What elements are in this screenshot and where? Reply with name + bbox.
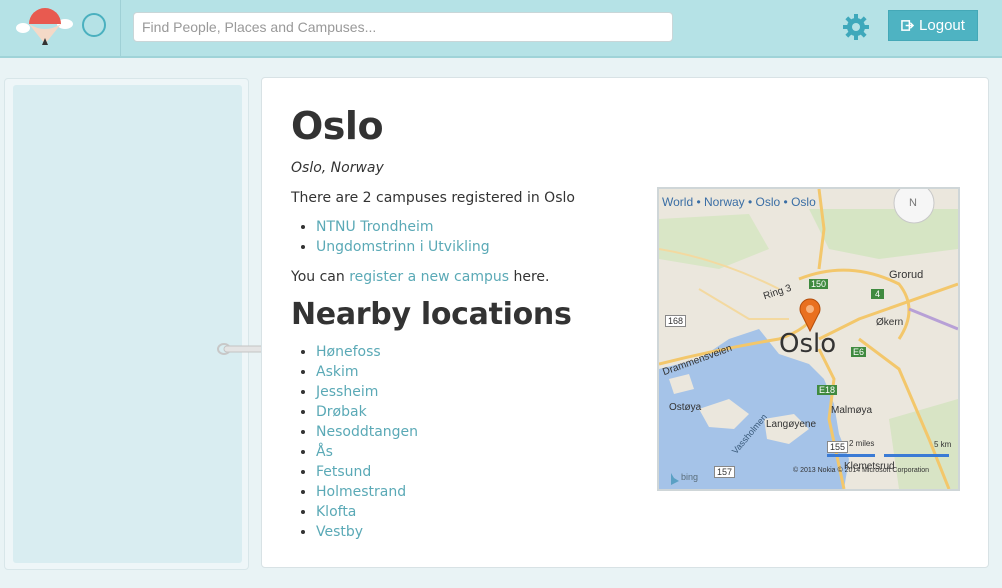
location-subtitle: Oslo, Norway [291,160,384,176]
logout-label: Logout [919,17,965,34]
list-item: Ås [316,442,631,462]
map-city-label: Oslo [779,329,837,359]
main-panel: Oslo Oslo, Norway There are 2 campuses r… [261,77,989,568]
list-item: Fetsund [316,462,631,482]
compass-letter[interactable]: N [909,197,917,209]
map-label-okern: Økern [876,317,904,328]
road-shield-e18: E18 [817,385,838,395]
nearby-link[interactable]: Klofta [316,504,356,520]
nearby-heading: Nearby locations [291,297,572,332]
road-shield-155: 155 [827,441,849,453]
campus-link[interactable]: Ungdomstrinn i Utvikling [316,239,490,255]
register-prefix: You can [291,269,350,285]
location-content: Oslo Oslo, Norway There are 2 campuses r… [291,100,631,542]
nearby-link[interactable]: Nesoddtangen [316,424,418,440]
nearby-link[interactable]: Fetsund [316,464,371,480]
map-copyright: © 2013 Nokia © 2014 Microsoft Corporatio… [793,467,929,474]
map-breadcrumb[interactable]: World • Norway • Oslo • Oslo [662,195,816,209]
parachute-logo-icon[interactable] [15,4,75,48]
list-item: Hønefoss [316,342,631,362]
nearby-link[interactable]: Drøbak [316,404,367,420]
road-shield-157: 157 [714,466,736,478]
logout-icon [901,20,915,31]
map-label-grorud: Grorud [889,269,924,281]
search-input[interactable] [133,12,673,42]
nearby-link[interactable]: Askim [316,364,359,380]
map-label-langoyene: Langøyene [766,419,817,430]
nearby-list: Hønefoss Askim Jessheim Drøbak Nesoddtan… [291,342,631,542]
nearby-link[interactable]: Holmestrand [316,484,406,500]
road-shield-4: 4 [871,289,885,299]
road-shield-168: 168 [665,315,687,327]
list-item: Jessheim [316,382,631,402]
list-item: Nesoddtangen [316,422,631,442]
campus-link[interactable]: NTNU Trondheim [316,219,433,235]
nearby-link[interactable]: Jessheim [316,384,378,400]
nearby-link[interactable]: Ås [316,444,333,460]
top-bar: Logout [0,0,1002,58]
list-item: Holmestrand [316,482,631,502]
scale-km: 5 km [934,440,952,449]
gear-icon[interactable] [842,13,870,41]
list-item: Klofta [316,502,631,522]
page-title: Oslo [291,104,384,148]
list-item: Drøbak [316,402,631,422]
topbar-divider [120,0,121,56]
sidebar [4,78,249,570]
campus-count-text: There are 2 campuses registered in Oslo [291,190,575,206]
sidebar-panel [13,85,242,563]
register-campus-link[interactable]: register a new campus [349,269,509,285]
register-suffix: here. [509,269,550,285]
register-text: You can register a new campus here. [291,267,631,287]
list-item: NTNU Trondheim [316,217,631,237]
road-shield-150: 150 [809,279,829,289]
campus-list: NTNU Trondheim Ungdomstrinn i Utvikling [291,217,631,257]
list-item: Vestby [316,522,631,542]
nearby-link[interactable]: Hønefoss [316,344,381,360]
nearby-link[interactable]: Vestby [316,524,363,540]
list-item: Ungdomstrinn i Utvikling [316,237,631,257]
status-circle-button[interactable] [82,13,106,37]
list-item: Askim [316,362,631,382]
location-map[interactable]: World • Norway • Oslo • Oslo N Oslo Gror… [657,187,960,491]
scale-miles: 2 miles [849,439,875,448]
map-label-malmoya: Malmøya [831,405,873,416]
road-shield-e6: E6 [851,347,867,357]
logout-button[interactable]: Logout [888,10,978,41]
map-label-ostoya: Ostøya [669,402,702,413]
bing-logo: bing [681,472,699,482]
